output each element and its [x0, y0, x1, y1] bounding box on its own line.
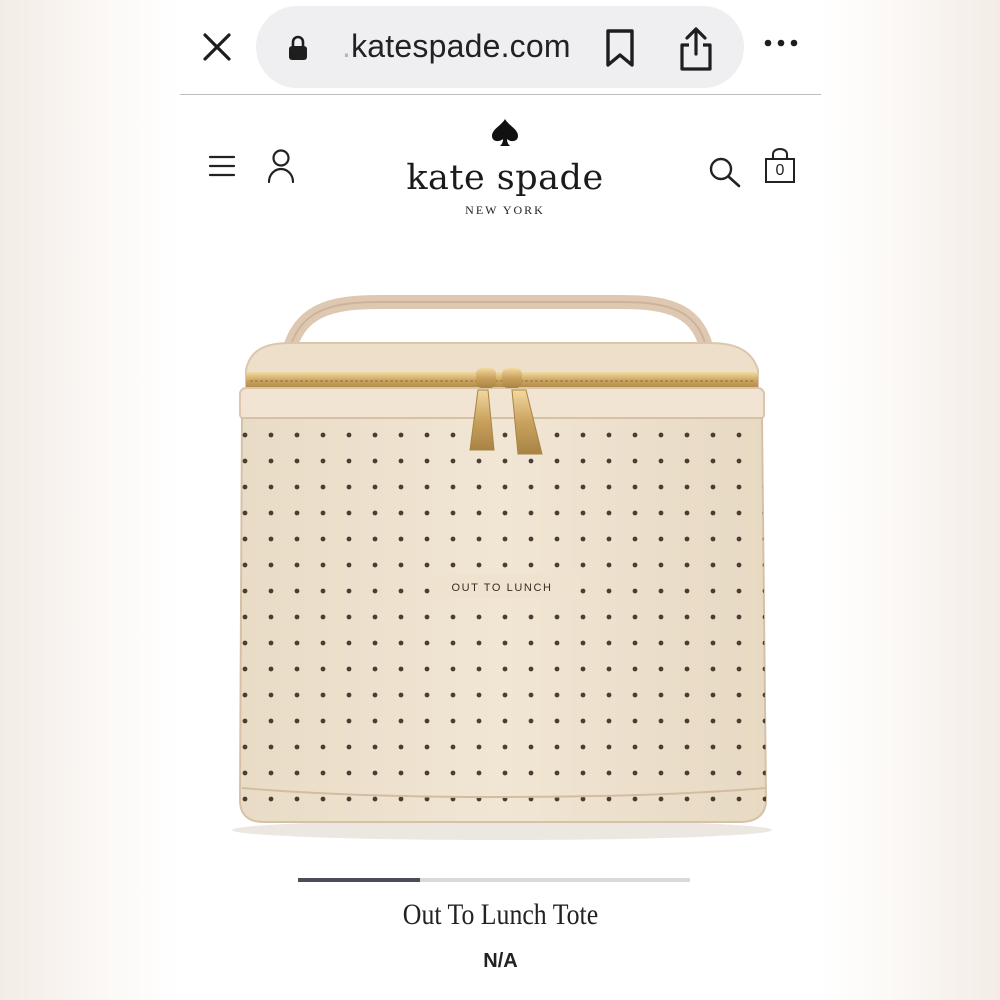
product-price: N/A [483, 950, 518, 972]
lock-icon [289, 35, 307, 60]
close-button[interactable] [200, 30, 234, 64]
menu-icon[interactable] [208, 154, 236, 178]
close-icon [203, 33, 231, 61]
account-icon[interactable] [266, 148, 296, 184]
phone-screen: .katespade.com kate spade NEW YORK 0 OUT… [180, 0, 821, 1000]
browser-toolbar: .katespade.com [180, 0, 821, 95]
spade-icon [492, 119, 518, 146]
carousel-progress [298, 878, 420, 882]
bookmark-icon[interactable] [604, 28, 636, 68]
lunch-tote-photo: OUT TO LUNCH [232, 295, 772, 840]
address-bar[interactable]: .katespade.com [256, 6, 744, 88]
shopping-bag-button[interactable]: 0 [764, 148, 796, 189]
bag-count: 0 [775, 162, 785, 179]
brand-name: kate spade [406, 158, 604, 198]
image-carousel-indicator[interactable] [298, 878, 690, 882]
brand-subtitle: NEW YORK [465, 203, 545, 217]
url-domain: katespade.com [351, 28, 571, 64]
product-title: Out To Lunch Tote [402, 898, 599, 931]
site-header: kate spade NEW YORK 0 [180, 96, 821, 236]
search-icon[interactable] [708, 156, 742, 188]
brand-logo[interactable]: kate spade NEW YORK [385, 118, 625, 218]
more-icon[interactable] [764, 38, 798, 48]
product-image[interactable]: OUT TO LUNCH [180, 240, 821, 880]
url-faded-part: . [342, 28, 352, 64]
share-icon[interactable] [678, 26, 714, 72]
url-text: .katespade.com [342, 28, 571, 65]
bag-print-text: OUT TO LUNCH [451, 582, 552, 594]
